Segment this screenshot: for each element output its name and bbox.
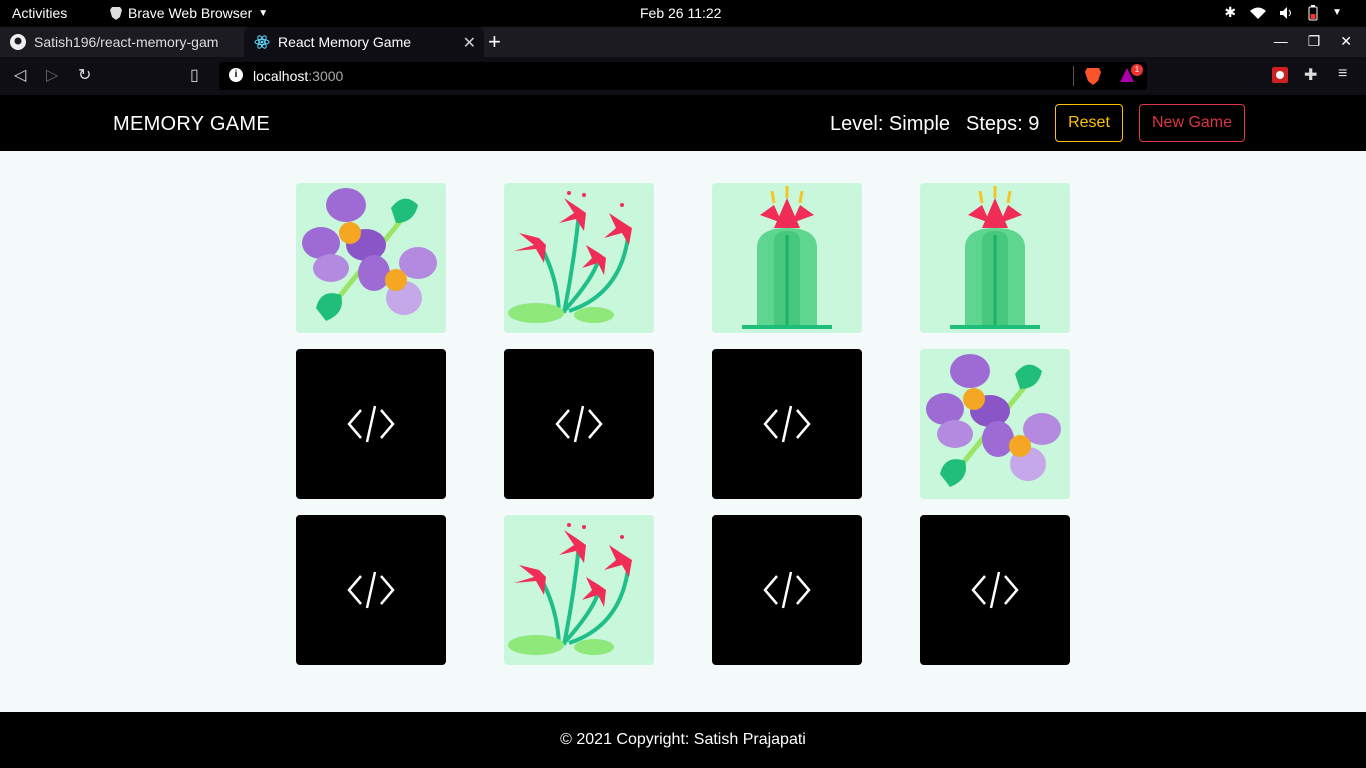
code-icon: [347, 571, 395, 609]
card-purple-flower[interactable]: [296, 183, 446, 333]
forward-icon[interactable]: ▷: [46, 65, 58, 85]
cactus-image: [742, 186, 832, 329]
system-top-bar: Activities Brave Web Browser ▼ Feb 26 11…: [0, 0, 1366, 27]
footer: © 2021 Copyright: Satish Prajapati: [0, 712, 1366, 768]
tab-title: Satish196/react-memory-gam: [34, 34, 219, 50]
card-hidden[interactable]: [296, 349, 446, 499]
card-hidden[interactable]: [712, 349, 862, 499]
card-red-flower[interactable]: [504, 183, 654, 333]
purple-flower-image: [926, 354, 1061, 487]
activities-button[interactable]: Activities: [12, 5, 67, 21]
level-label: Level: Simple: [830, 113, 951, 135]
close-window-icon[interactable]: ✕: [1340, 33, 1352, 50]
card-hidden[interactable]: [504, 349, 654, 499]
window-controls: — ❐ ✕: [1274, 33, 1352, 50]
divider: [1073, 66, 1074, 86]
slack-icon[interactable]: ✱: [1224, 4, 1236, 21]
tab-title: React Memory Game: [278, 34, 412, 50]
card-hidden[interactable]: [920, 515, 1070, 665]
url-text: localhost:3000: [253, 68, 343, 84]
app-menu-label: Brave Web Browser: [128, 5, 253, 21]
code-icon: [971, 571, 1019, 609]
red-flower-image: [508, 523, 632, 655]
address-bar[interactable]: i localhost:3000 1: [219, 62, 1147, 90]
browser-toolbar: ◁ ▷ ↻ ▯ i localhost:3000 1 ✚ ≡: [0, 57, 1366, 95]
cactus-image: [950, 186, 1040, 329]
system-tray[interactable]: ✱ ▼: [1224, 4, 1342, 21]
code-icon: [763, 571, 811, 609]
github-icon: [10, 34, 26, 50]
code-icon: [347, 405, 395, 443]
card-hidden[interactable]: [712, 515, 862, 665]
bookmark-icon[interactable]: ▯: [190, 65, 199, 85]
copyright-text: © 2021 Copyright: Satish Prajapati: [560, 731, 806, 748]
code-icon: [555, 405, 603, 443]
new-game-button[interactable]: New Game: [1139, 104, 1245, 142]
browser-tab-strip: Satish196/react-memory-gam React Memory …: [0, 27, 1366, 57]
app-header: MEMORY GAME Level: Simple Steps: 9 Reset…: [0, 95, 1366, 151]
card-hidden[interactable]: [296, 515, 446, 665]
brave-lion-icon: [110, 7, 122, 20]
red-flower-image: [508, 191, 632, 323]
restore-icon[interactable]: ❐: [1308, 33, 1321, 50]
new-tab-button[interactable]: +: [488, 29, 501, 55]
clock[interactable]: Feb 26 11:22: [640, 5, 721, 21]
chevron-down-icon: ▼: [258, 7, 269, 19]
purple-flower-image: [302, 188, 437, 321]
app-title: MEMORY GAME: [113, 113, 271, 135]
app-menu[interactable]: Brave Web Browser ▼: [110, 5, 268, 21]
battery-icon: [1308, 4, 1318, 20]
card-red-flower[interactable]: [504, 515, 654, 665]
react-icon: [254, 35, 270, 49]
extensions-puzzle-icon[interactable]: ✚: [1304, 65, 1317, 85]
card-purple-flower[interactable]: [920, 349, 1070, 499]
extension-icon[interactable]: [1272, 67, 1288, 83]
brave-shields-icon[interactable]: [1085, 67, 1101, 85]
rewards-badge: 1: [1131, 64, 1143, 76]
wifi-icon: [1250, 7, 1267, 19]
code-icon: [763, 405, 811, 443]
minimize-icon[interactable]: —: [1274, 33, 1288, 50]
url-host: localhost: [253, 68, 309, 84]
site-info-icon[interactable]: i: [229, 68, 243, 82]
card-grid: [296, 183, 1070, 665]
close-tab-icon[interactable]: ✕: [463, 33, 476, 53]
url-port: :3000: [308, 68, 344, 84]
reset-button[interactable]: Reset: [1055, 104, 1123, 142]
tab-react-memory-game[interactable]: React Memory Game ✕: [244, 27, 484, 57]
menu-icon[interactable]: ≡: [1338, 65, 1347, 83]
reload-icon[interactable]: ↻: [78, 65, 91, 85]
card-cactus[interactable]: [712, 183, 862, 333]
card-cactus[interactable]: [920, 183, 1070, 333]
volume-icon: [1280, 6, 1292, 19]
tab-github[interactable]: Satish196/react-memory-gam: [0, 27, 242, 57]
back-icon[interactable]: ◁: [14, 65, 26, 85]
steps-counter: Steps: 9: [966, 113, 1040, 135]
power-menu-chevron-icon: ▼: [1332, 7, 1342, 18]
